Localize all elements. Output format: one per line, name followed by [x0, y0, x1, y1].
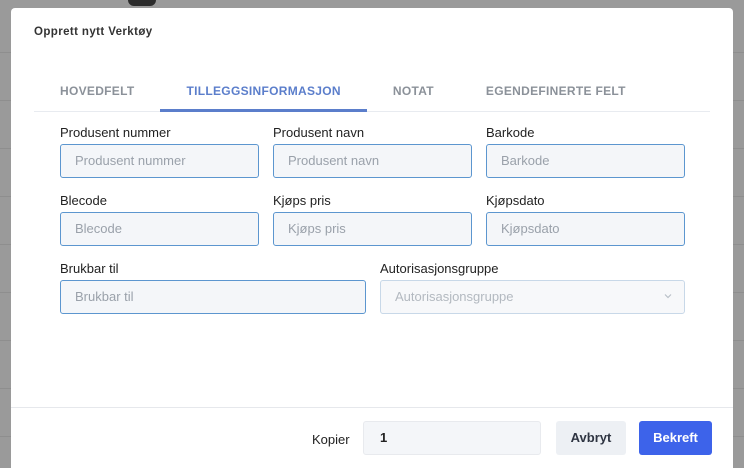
blecode-input[interactable]: Blecode: [60, 212, 259, 246]
kjopsdato-field: Kjøpsdato Kjøpsdato: [486, 193, 685, 246]
background-avatar: [128, 0, 156, 6]
produsent-nummer-field: Produsent nummer Produsent nummer: [60, 125, 259, 178]
autorisasjonsgruppe-field: Autorisasjonsgruppe Autorisasjonsgruppe: [380, 261, 685, 314]
confirm-button[interactable]: Bekreft: [639, 421, 712, 455]
cancel-button[interactable]: Avbryt: [556, 421, 626, 455]
produsent-nummer-label: Produsent nummer: [60, 125, 171, 140]
autorisasjonsgruppe-placeholder: Autorisasjonsgruppe: [395, 289, 514, 304]
barkode-field: Barkode Barkode: [486, 125, 685, 178]
autorisasjonsgruppe-label: Autorisasjonsgruppe: [380, 261, 499, 276]
tab-notat[interactable]: NOTAT: [367, 78, 460, 112]
brukbar-til-field: Brukbar til Brukbar til: [60, 261, 366, 314]
produsent-navn-label: Produsent navn: [273, 125, 365, 140]
kjopsdato-input[interactable]: Kjøpsdato: [486, 212, 685, 246]
kjops-pris-label: Kjøps pris: [273, 193, 331, 208]
kjops-pris-input[interactable]: Kjøps pris: [273, 212, 472, 246]
kjops-pris-field: Kjøps pris Kjøps pris: [273, 193, 472, 246]
dialog-footer: Kopier 1 Avbryt Bekreft: [11, 407, 733, 468]
tab-egendefinerte-felt[interactable]: EGENDEFINERTE FELT: [460, 78, 652, 112]
produsent-navn-field: Produsent navn Produsent navn: [273, 125, 472, 178]
chevron-down-icon: [664, 294, 672, 299]
barkode-input[interactable]: Barkode: [486, 144, 685, 178]
dialog-title: Opprett nytt Verktøy: [34, 26, 153, 38]
tab-bar: HOVEDFELT TILLEGGSINFORMASJON NOTAT EGEN…: [34, 78, 710, 112]
create-tool-dialog: Opprett nytt Verktøy HOVEDFELT TILLEGGSI…: [11, 8, 733, 468]
kopier-label: Kopier: [312, 432, 350, 447]
tab-tilleggsinformasjon[interactable]: TILLEGGSINFORMASJON: [160, 78, 367, 112]
tab-hovedfelt[interactable]: HOVEDFELT: [34, 78, 160, 112]
brukbar-til-label: Brukbar til: [60, 261, 119, 276]
brukbar-til-input[interactable]: Brukbar til: [60, 280, 366, 314]
kjopsdato-label: Kjøpsdato: [486, 193, 545, 208]
autorisasjonsgruppe-select[interactable]: Autorisasjonsgruppe: [380, 280, 685, 314]
blecode-label: Blecode: [60, 193, 107, 208]
kopier-input[interactable]: 1: [363, 421, 541, 455]
produsent-nummer-input[interactable]: Produsent nummer: [60, 144, 259, 178]
blecode-field: Blecode Blecode: [60, 193, 259, 246]
produsent-navn-input[interactable]: Produsent navn: [273, 144, 472, 178]
barkode-label: Barkode: [486, 125, 535, 140]
